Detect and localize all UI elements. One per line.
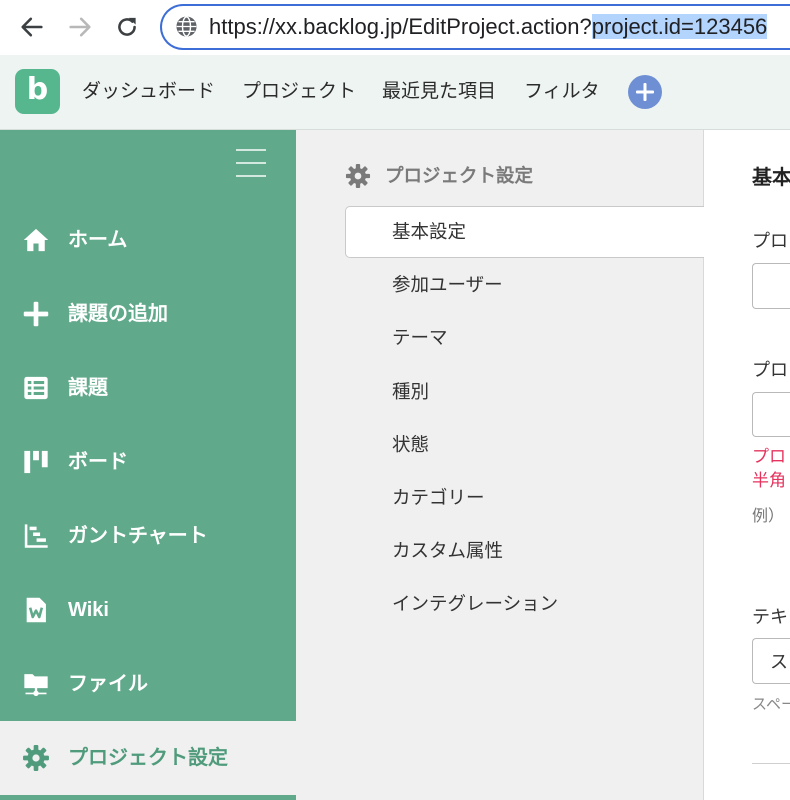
url-text: https://xx.backlog.jp/EditProject.action… [209, 6, 784, 47]
sidebar-item-label: Wiki [68, 599, 109, 621]
sidebar-item-label: ファイル [68, 673, 148, 695]
sidebar-item-home[interactable]: ホーム [0, 203, 296, 277]
field-3-hint: スペー [752, 696, 790, 713]
field-2-error-line: プロ [752, 447, 786, 466]
arrow-right-icon [69, 17, 91, 37]
field-3-input[interactable] [752, 638, 790, 684]
sidebar-item-label: ガントチャート [68, 525, 208, 547]
gear-icon [345, 163, 371, 189]
sidebar-item-label: ボード [68, 451, 128, 473]
hamburger-line [236, 149, 266, 151]
backlog-logo[interactable]: b [15, 69, 60, 114]
field-2-example: 例） [752, 508, 785, 525]
settings-menu-item-integrations[interactable]: インテグレーション [345, 578, 704, 630]
nav-dashboard[interactable]: ダッシュボード [82, 55, 215, 129]
reload-icon [118, 17, 136, 36]
hamburger-line [236, 162, 266, 164]
sidebar-item-label: 課題の追加 [68, 303, 168, 325]
hamburger-line [236, 175, 266, 177]
address-bar[interactable]: https://xx.backlog.jp/EditProject.action… [160, 4, 790, 50]
sidebar-item-project-settings[interactable]: プロジェクト設定 [0, 721, 296, 795]
gear-icon [22, 744, 50, 772]
browser-toolbar: https://xx.backlog.jp/EditProject.action… [0, 0, 790, 55]
sidebar-item-files[interactable]: ファイル [0, 647, 296, 721]
settings-menu-item-members[interactable]: 参加ユーザー [345, 259, 704, 311]
plus-circle-icon [636, 83, 654, 101]
app-window: https://xx.backlog.jp/EditProject.action… [0, 0, 790, 800]
wiki-document-icon [22, 596, 50, 624]
sidebar-item-gantt-chart[interactable]: ガントチャート [0, 499, 296, 573]
nav-recently-viewed[interactable]: 最近見た項目 [382, 55, 496, 129]
field-3-label: テキ [752, 607, 788, 627]
sidebar-item-label: プロジェクト設定 [68, 747, 228, 769]
settings-menu-item-theme[interactable]: テーマ [345, 312, 704, 364]
settings-menu-item-basic[interactable]: 基本設定 [345, 206, 704, 258]
forward-button[interactable] [66, 13, 94, 41]
sidebar-item-board[interactable]: ボード [0, 425, 296, 499]
add-button[interactable] [628, 75, 662, 109]
gantt-chart-icon [22, 522, 50, 550]
url-unselected-part: https://xx.backlog.jp/EditProject.action… [209, 14, 592, 39]
arrow-left-icon [21, 17, 43, 37]
globe-icon[interactable] [175, 15, 198, 38]
field-1-input[interactable] [752, 263, 790, 309]
field-2-label: プロ [752, 360, 788, 380]
list-icon [22, 374, 50, 402]
settings-menu-panel: プロジェクト設定 基本設定 参加ユーザー テーマ 種別 状態 カテゴリー カスタ… [296, 130, 704, 800]
hamburger-icon[interactable] [229, 140, 273, 186]
reload-button[interactable] [113, 13, 141, 41]
nav-projects[interactable]: プロジェクト [242, 55, 356, 129]
section-divider [752, 763, 790, 764]
settings-menu-item-custom-fields[interactable]: カスタム属性 [345, 525, 704, 577]
settings-menu-item-statuses[interactable]: 状態 [345, 419, 704, 471]
settings-menu-item-issue-types[interactable]: 種別 [345, 366, 704, 418]
back-button[interactable] [18, 13, 46, 41]
sidebar: ホーム 課題の追加 課題 ボード ガントチャート Wiki ファイル プロジェク… [0, 130, 296, 800]
sidebar-item-label: ホーム [68, 229, 128, 251]
field-1-label: プロ [752, 231, 788, 251]
plus-icon [22, 300, 50, 328]
settings-menu-item-categories[interactable]: カテゴリー [345, 472, 704, 524]
app-header: b ダッシュボード プロジェクト 最近見た項目 フィルタ [0, 55, 790, 130]
field-2-error-line: 半角 [752, 471, 786, 490]
sidebar-item-wiki[interactable]: Wiki [0, 573, 296, 647]
sidebar-item-label: 課題 [68, 377, 108, 399]
url-selected-part: project.id=123456 [591, 14, 768, 39]
sidebar-item-add-issue[interactable]: 課題の追加 [0, 277, 296, 351]
folder-icon [22, 670, 50, 698]
settings-menu-title: プロジェクト設定 [385, 165, 534, 186]
sidebar-item-issues[interactable]: 課題 [0, 351, 296, 425]
board-icon [22, 448, 50, 476]
settings-form: 基本 プロ プロ プロ 半角 例） テキ スペー [704, 130, 790, 800]
form-heading: 基本 [752, 167, 790, 189]
nav-filter[interactable]: フィルタ [524, 55, 600, 129]
home-icon [22, 226, 50, 254]
field-2-input[interactable] [752, 392, 790, 437]
